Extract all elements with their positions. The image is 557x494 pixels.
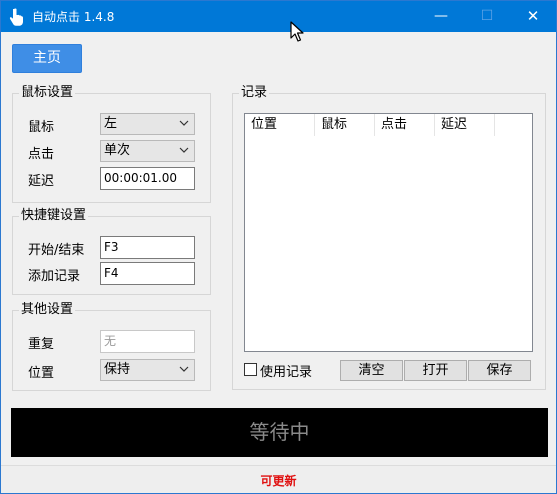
column-header-delay[interactable]: 延迟	[435, 114, 495, 136]
update-available-link[interactable]: 可更新	[1, 472, 556, 489]
checkbox-box[interactable]	[244, 363, 257, 376]
mouse-cursor-icon	[290, 21, 304, 42]
click-type-label: 点击	[28, 147, 55, 162]
mouse-settings-title: 鼠标设置	[19, 85, 76, 101]
records-list[interactable]: 位置 鼠标 点击 延迟	[244, 113, 533, 352]
click-type-value: 单次	[104, 143, 131, 158]
close-button[interactable]: ✕	[510, 1, 556, 32]
delay-label: 延迟	[28, 174, 55, 189]
start-stop-label: 开始/结束	[28, 243, 85, 258]
chevron-down-icon	[179, 147, 189, 153]
hand-pointer-icon	[9, 8, 23, 26]
repeat-input[interactable]: 无	[100, 330, 195, 353]
window-title: 自动点击 1.4.8	[32, 10, 115, 24]
position-value: 保持	[104, 362, 131, 377]
mouse-button-label: 鼠标	[28, 120, 55, 135]
mouse-button-value: 左	[104, 116, 118, 131]
clear-button[interactable]: 清空	[340, 360, 403, 381]
records-list-header: 位置 鼠标 点击 延迟	[245, 114, 532, 136]
other-settings-title: 其他设置	[19, 302, 76, 318]
save-button[interactable]: 保存	[468, 360, 531, 381]
hotkey-settings-title: 快捷键设置	[19, 208, 89, 224]
start-stop-hotkey-input[interactable]: F3	[100, 236, 195, 259]
chevron-down-icon	[179, 366, 189, 372]
repeat-label: 重复	[28, 337, 55, 352]
chevron-down-icon	[179, 120, 189, 126]
status-display: 等待中	[11, 408, 548, 457]
position-label: 位置	[28, 366, 55, 381]
status-bar: 可更新	[1, 465, 556, 493]
add-record-hotkey-input[interactable]: F4	[100, 262, 195, 285]
column-header-click[interactable]: 点击	[375, 114, 435, 136]
minimize-button[interactable]: —	[418, 1, 464, 32]
column-header-position[interactable]: 位置	[245, 114, 315, 136]
open-button[interactable]: 打开	[404, 360, 467, 381]
home-button[interactable]: 主页	[12, 44, 82, 73]
column-header-mouse[interactable]: 鼠标	[315, 114, 375, 136]
position-select[interactable]: 保持	[100, 359, 195, 381]
add-record-label: 添加记录	[28, 269, 81, 284]
delay-input[interactable]: 00:00:01.00	[100, 167, 195, 190]
mouse-button-select[interactable]: 左	[100, 113, 195, 135]
click-type-select[interactable]: 单次	[100, 140, 195, 162]
app-window: 自动点击 1.4.8 — ☐ ✕ 主页 鼠标设置 鼠标 左 点击 单次 延迟 0…	[0, 0, 557, 494]
records-title: 记录	[239, 85, 270, 101]
maximize-button[interactable]: ☐	[464, 1, 510, 32]
title-bar[interactable]: 自动点击 1.4.8 — ☐ ✕	[1, 1, 556, 32]
use-records-label: 使用记录	[260, 365, 313, 380]
